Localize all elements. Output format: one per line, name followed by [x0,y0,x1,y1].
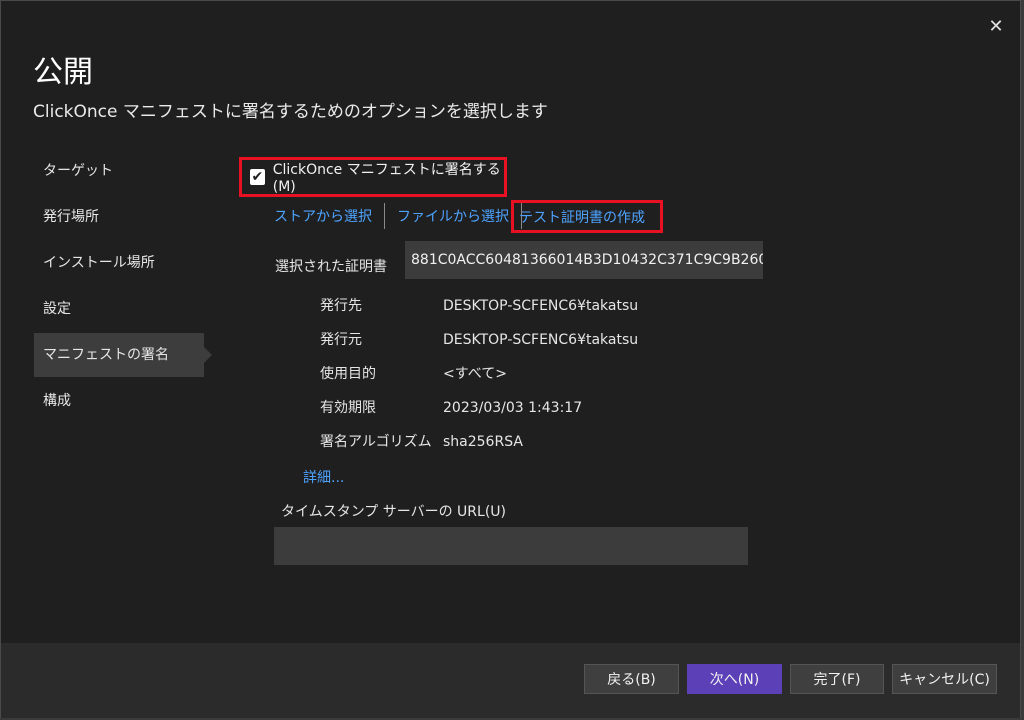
detail-key: 署名アルゴリズム [320,434,432,450]
timestamp-url-input[interactable] [274,527,748,565]
detail-row-issued-to: 発行先 DESKTOP-SCFENC6¥takatsu [320,296,638,316]
close-icon[interactable]: ✕ [986,17,1006,37]
create-test-cert-link[interactable]: テスト証明書の作成 [519,207,645,227]
nav-item-install-location[interactable]: インストール場所 [34,241,204,285]
dialog-subtitle: ClickOnce マニフェストに署名するためのオプションを選択します [33,102,548,122]
sign-manifest-checkbox[interactable]: ✔ [250,169,265,185]
nav-item-manifest-signing[interactable]: マニフェストの署名 [34,333,212,377]
nav-item-configuration[interactable]: 構成 [34,379,204,423]
next-button[interactable]: 次へ(N) [687,664,782,694]
finish-button[interactable]: 完了(F) [790,664,884,694]
nav-item-target[interactable]: ターゲット [34,149,204,193]
select-from-store-link[interactable]: ストアから選択 [274,206,372,226]
timestamp-url-label: タイムスタンプ サーバーの URL(U) [281,504,507,520]
detail-row-signature-algorithm: 署名アルゴリズム sha256RSA [320,432,523,452]
detail-key: 有効期限 [320,400,376,416]
back-button[interactable]: 戻る(B) [584,664,679,694]
sign-manifest-label: ClickOnce マニフェストに署名する(M) [272,162,501,195]
detail-value: DESKTOP-SCFENC6¥takatsu [443,298,639,314]
detail-key: 発行元 [320,332,362,348]
publish-dialog: ✕ 公開 ClickOnce マニフェストに署名するためのオプションを選択します… [0,0,1021,718]
cancel-button[interactable]: キャンセル(C) [892,664,997,694]
dialog-title: 公開 [33,55,93,90]
link-divider [384,203,385,229]
more-details-link[interactable]: 詳細... [303,467,344,487]
detail-row-expiration: 有効期限 2023/03/03 1:43:17 [320,398,582,418]
detail-value: DESKTOP-SCFENC6¥takatsu [443,332,639,348]
cert-source-links: ストアから選択 ファイルから選択 [274,203,534,229]
detail-row-purpose: 使用目的 <すべて> [320,364,507,384]
selected-cert-label: 選択された証明書 [275,259,387,275]
detail-key: 発行先 [320,298,362,314]
sign-manifest-option[interactable]: ✔ ClickOnce マニフェストに署名する(M) [239,157,507,197]
detail-value: 2023/03/03 1:43:17 [443,400,583,416]
detail-row-issued-by: 発行元 DESKTOP-SCFENC6¥takatsu [320,330,638,350]
select-from-file-link[interactable]: ファイルから選択 [397,206,509,226]
nav-item-publish-location[interactable]: 発行場所 [34,195,204,239]
nav-item-settings[interactable]: 設定 [34,287,204,331]
detail-value: sha256RSA [443,434,523,450]
selected-cert-field[interactable]: 881C0ACC60481366014B3D10432C371C9C9B260E [405,241,763,279]
detail-value: <すべて> [443,366,507,382]
wizard-nav: ターゲット 発行場所 インストール場所 設定 マニフェストの署名 構成 [34,149,212,425]
detail-key: 使用目的 [320,366,376,382]
